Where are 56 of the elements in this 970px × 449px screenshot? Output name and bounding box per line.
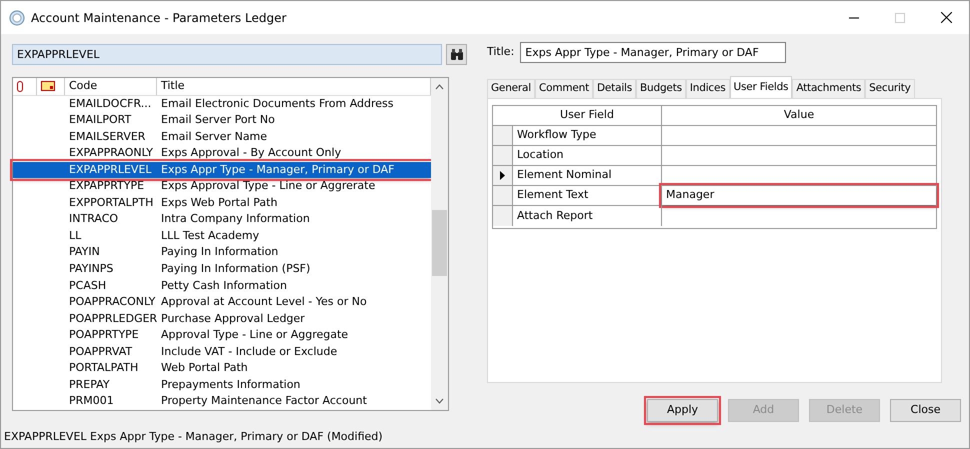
scroll-up-icon[interactable]: [435, 84, 444, 90]
tab[interactable]: User Fields: [730, 76, 792, 98]
list-row[interactable]: POAPPRTYPE Approval Type - Line or Aggregate: [13, 327, 431, 344]
list-row[interactable]: EXPPORTALPTH Exps Web Portal Path: [13, 194, 431, 212]
list-row[interactable]: LL LLL Test Academy: [13, 228, 431, 244]
list-row[interactable]: PAYINPS Paying In Information (PSF): [13, 261, 431, 278]
list-row[interactable]: PORTALPATH Web Portal Path: [13, 360, 431, 377]
note-icon: [41, 81, 55, 92]
list-row[interactable]: POAPPRVAT Include VAT - Include or Exclude: [13, 344, 431, 360]
scrollbar[interactable]: [431, 78, 448, 410]
table-cell: Workflow Type: [513, 126, 662, 145]
dialog-button[interactable]: Apply: [647, 399, 718, 422]
list-row[interactable]: EMAILPORT Email Server Port No: [13, 112, 431, 129]
title-label: Title:: [487, 44, 514, 60]
list-row[interactable]: POAPPRACONLY Approval at Account Level - Yes or No: [13, 294, 431, 311]
column-header[interactable]: User Field: [513, 106, 662, 125]
list-row[interactable]: POAPPRLEDGER Purchase Approval Ledger: [13, 310, 431, 328]
binoculars-icon: [450, 48, 464, 60]
row-header[interactable]: [493, 166, 513, 185]
list-row[interactable]: PRM001 Property Maintenance Factor Account: [13, 393, 431, 410]
list-row[interactable]: EXPAPPRLEVEL Exps Appr Type - Manager, Primary or DAF: [13, 162, 431, 178]
status-text: EXPAPPRLEVEL Exps Appr Type - Manager, Primary or DAF (Modified): [4, 429, 384, 445]
column-header[interactable]: Value: [662, 106, 936, 125]
row-pointer-icon: [500, 171, 505, 180]
tab[interactable]: Budgets: [636, 79, 686, 98]
maximize-icon: [895, 12, 905, 22]
table-cell: Element Text: [513, 186, 662, 205]
app-logo-icon: [9, 10, 25, 26]
value-cell[interactable]: Manager: [662, 186, 936, 205]
column-header[interactable]: Code: [65, 78, 157, 95]
scrollbar-thumb[interactable]: [432, 210, 447, 276]
table-cell: Attach Report: [513, 206, 662, 226]
window-title: Account Maintenance - Parameters Ledger: [31, 10, 288, 26]
title-field[interactable]: Exps Appr Type - Manager, Primary or DAF: [520, 42, 786, 63]
list-row[interactable]: PCASH Petty Cash Information: [13, 278, 431, 294]
search-field[interactable]: EXPAPPRLEVEL: [12, 44, 442, 65]
list-row[interactable]: EMAILDOCFR... Email Electronic Documents From Address: [13, 96, 431, 112]
list-row[interactable]: PAYIN Paying In Information: [13, 244, 431, 262]
table-cell: Element Nominal: [513, 166, 662, 185]
list-row[interactable]: EXPAPPRAONLY Exps Approval - By Account Only: [13, 145, 431, 162]
tab[interactable]: Comment: [534, 79, 594, 98]
tab[interactable]: Indices: [686, 79, 730, 98]
scroll-down-icon[interactable]: [435, 398, 444, 404]
list-row[interactable]: EMAILSERVER Email Server Name: [13, 128, 431, 146]
list-row[interactable]: PREPAY Prepayments Information: [13, 376, 431, 394]
list-row[interactable]: EXPAPPRTYPE Exps Approval Type - Line or Aggrerate: [13, 178, 431, 195]
attachment-icon: [17, 80, 23, 92]
tab[interactable]: Details: [593, 79, 636, 98]
tab[interactable]: General: [487, 79, 535, 98]
tab[interactable]: Attachments: [792, 79, 866, 98]
tab[interactable]: Security: [865, 79, 915, 98]
dialog-button[interactable]: Close: [890, 399, 961, 422]
table-cell: Location: [513, 146, 662, 165]
search-button[interactable]: [446, 44, 467, 65]
close-icon: [940, 12, 952, 23]
list-row[interactable]: INTRACO Intra Company Information: [13, 211, 431, 228]
